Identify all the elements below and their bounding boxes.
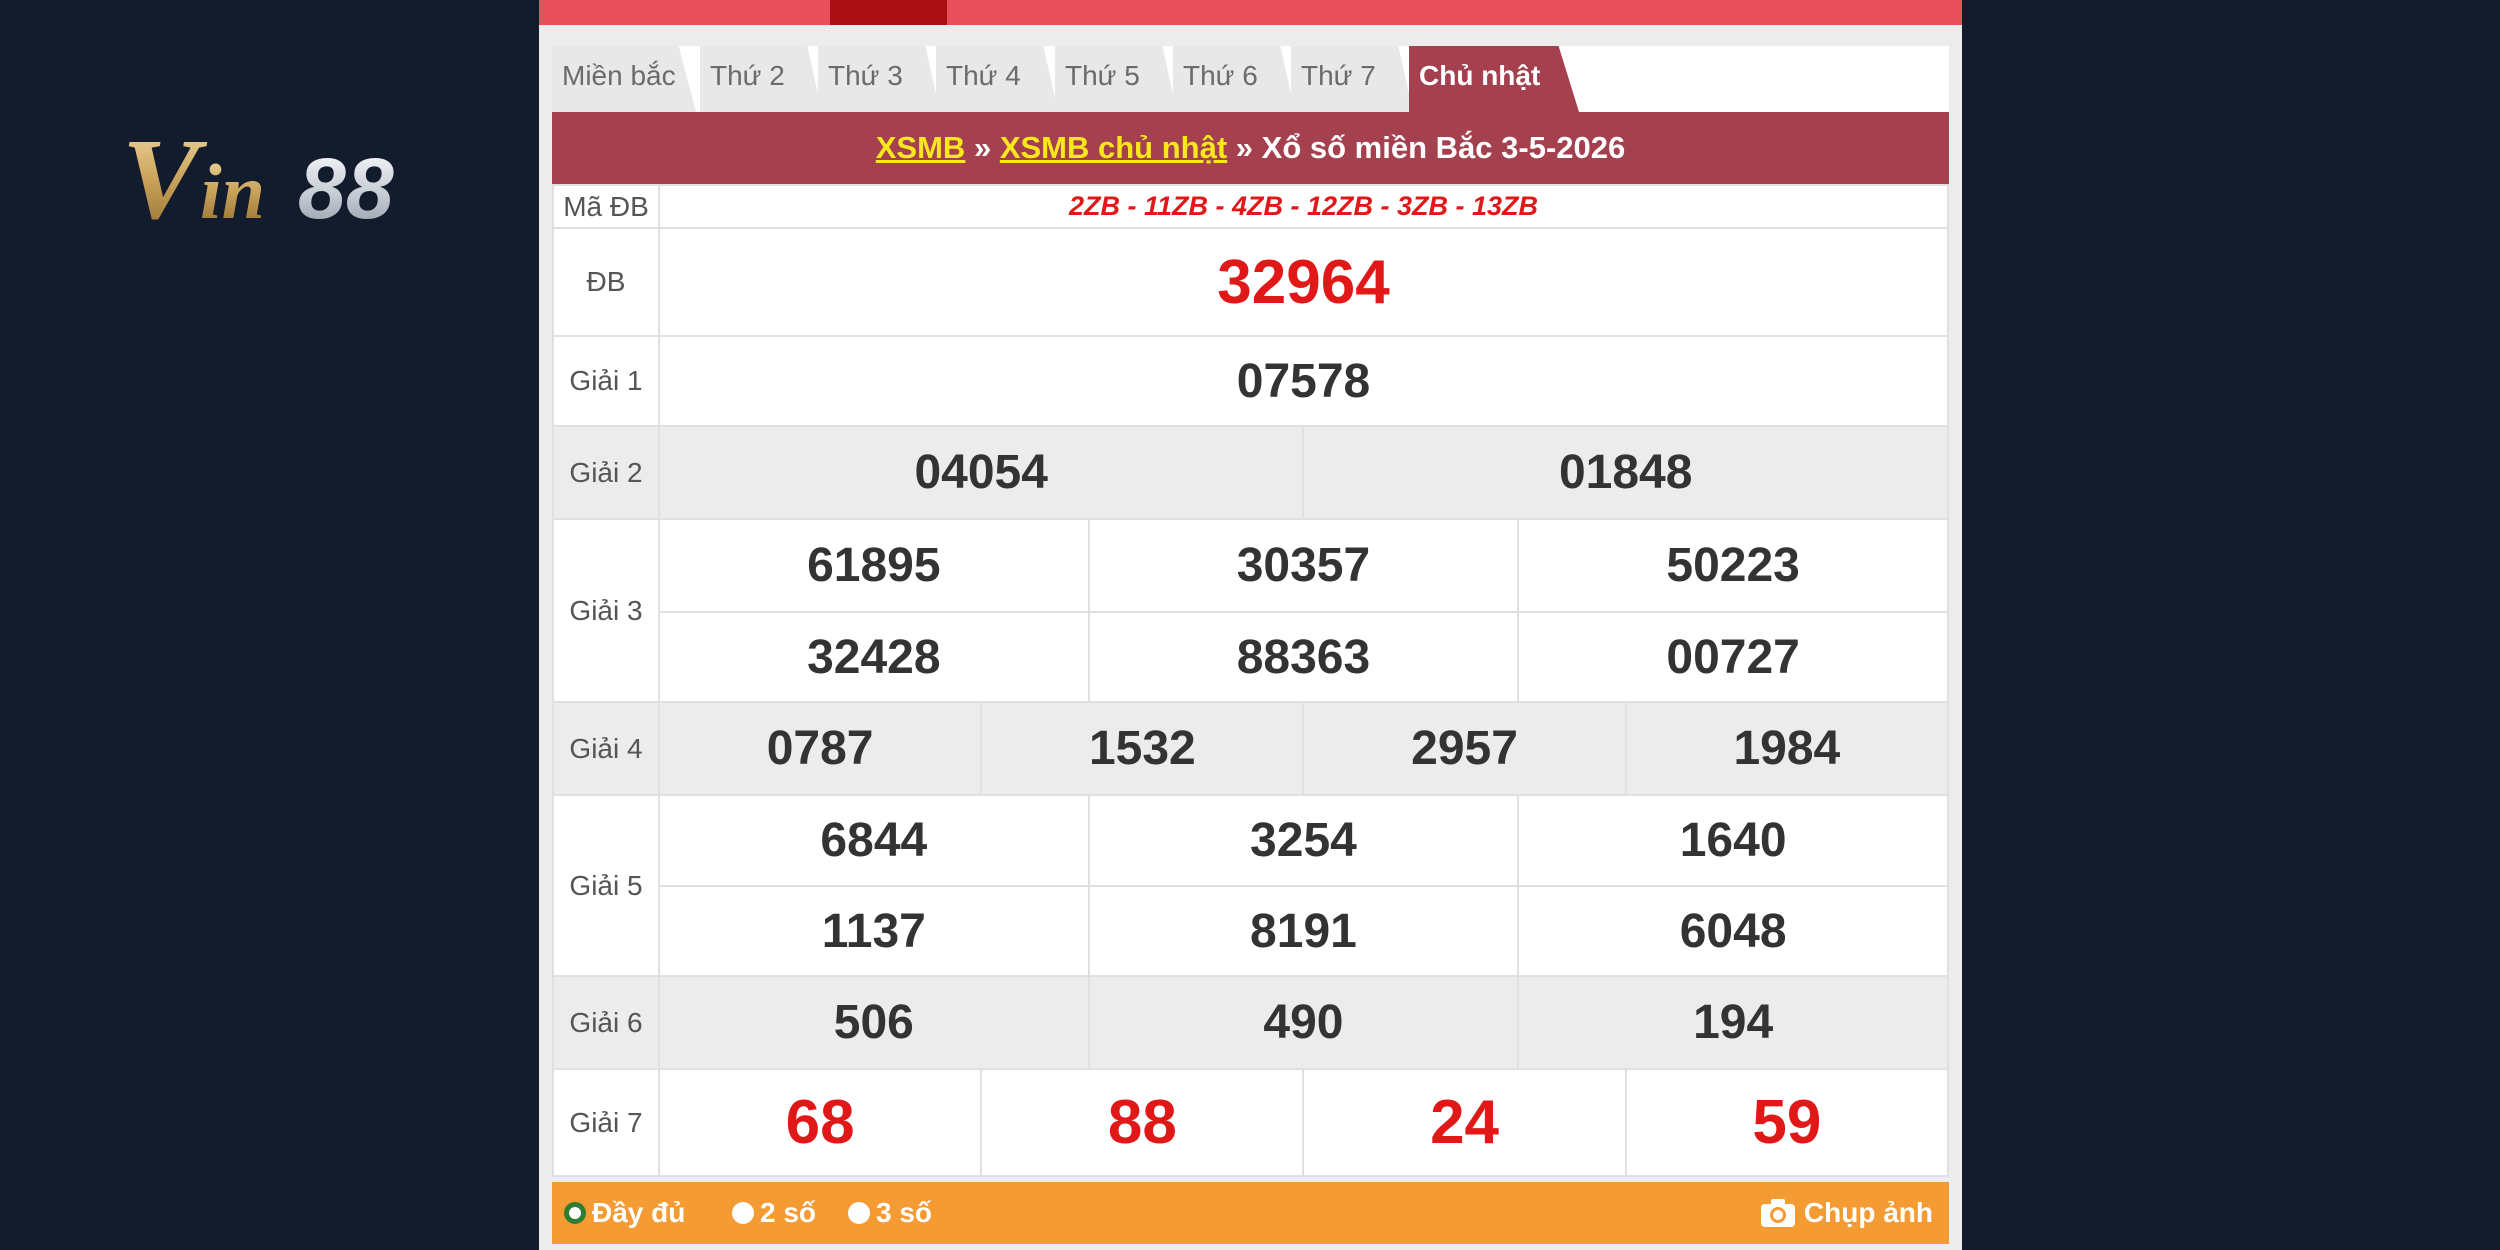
table-row-giai-7: Giải 7 68 88 24 59 xyxy=(552,1068,1950,1177)
option-2-so[interactable]: 2 số xyxy=(732,1182,816,1244)
tab-thu-2[interactable]: Thứ 2 xyxy=(700,46,822,112)
lottery-panel: Miền bắc Thứ 2 Thứ 3 Thứ 4 Thứ 5 Thứ 6 T… xyxy=(539,0,1962,1250)
breadcrumb-link-xsmb[interactable]: XSMB xyxy=(876,130,966,165)
day-tabs: Miền bắc Thứ 2 Thứ 3 Thứ 4 Thứ 5 Thứ 6 T… xyxy=(552,46,1949,112)
prize-number: 68 xyxy=(657,1068,983,1177)
prize-number: 2957 xyxy=(1302,701,1627,796)
prize-label: Giải 3 xyxy=(552,518,660,703)
table-row-db: ĐB 32964 xyxy=(552,227,1949,337)
table-row-giai-6: Giải 6 506 490 194 xyxy=(552,975,1949,1070)
radio-checked-icon[interactable] xyxy=(564,1201,586,1224)
option-label: Đầy đủ xyxy=(592,1197,686,1228)
tab-thu-4[interactable]: Thứ 4 xyxy=(936,46,1058,112)
breadcrumb-separator: » xyxy=(1235,130,1254,165)
table-row-ma-db: Mã ĐB 2ZB - 11ZB - 4ZB - 12ZB - 3ZB - 13… xyxy=(552,184,1949,229)
svg-text:V: V xyxy=(122,118,208,238)
prize-number: 8191 xyxy=(1087,885,1520,977)
prize-number: 490 xyxy=(1087,975,1520,1070)
table-row-giai-5: 1137 8191 6048 xyxy=(553,885,1949,977)
table-row-giai-4: Giải 4 0787 1532 2957 1984 xyxy=(552,701,1950,796)
prize-number: 1137 xyxy=(658,885,1090,977)
option-label: 2 số xyxy=(760,1197,817,1228)
page-title: Xổ số miền Bắc 3-5-2026 xyxy=(1261,130,1626,165)
prize-label: Mã ĐB xyxy=(552,184,660,229)
table-row-giai-3: 32428 88363 00727 xyxy=(553,611,1949,703)
breadcrumb-separator: » xyxy=(973,130,992,165)
option-day-du[interactable]: Đầy đủ xyxy=(564,1182,685,1244)
prize-number: 24 xyxy=(1302,1068,1627,1177)
tab-thu-3[interactable]: Thứ 3 xyxy=(818,46,940,112)
svg-text:88: 88 xyxy=(298,141,394,237)
prize-number: 88363 xyxy=(1087,611,1520,703)
capture-label: Chụp ảnh xyxy=(1803,1197,1933,1228)
table-row-giai-3: Giải 3 61895 30357 50223 xyxy=(552,518,1949,703)
prize-number: 07578 xyxy=(658,335,1949,427)
prize-number: 59 xyxy=(1624,1068,1950,1177)
tab-thu-7[interactable]: Thứ 7 xyxy=(1291,46,1413,112)
tab-chu-nhat[interactable]: Chủ nhật xyxy=(1409,46,1579,112)
special-prize-number: 32964 xyxy=(658,227,1949,337)
prize-number: 6844 xyxy=(658,794,1090,887)
tab-thu-6[interactable]: Thứ 6 xyxy=(1173,46,1295,112)
top-nav-active-item[interactable] xyxy=(830,0,947,25)
table-row-giai-2: Giải 2 04054 01848 xyxy=(552,425,1949,520)
radio-icon[interactable] xyxy=(848,1201,870,1224)
top-nav-bar xyxy=(539,0,1962,25)
prize-number: 32428 xyxy=(658,611,1090,703)
prize-label: Giải 6 xyxy=(552,975,660,1070)
prize-label: Giải 5 xyxy=(552,794,660,977)
table-row-giai-5: Giải 5 6844 3254 1640 xyxy=(552,794,1949,977)
prize-number: 0787 xyxy=(657,701,983,796)
option-3-so[interactable]: 3 số xyxy=(848,1182,932,1244)
prize-label: Giải 4 xyxy=(552,701,660,796)
tab-mien-bac[interactable]: Miền bắc xyxy=(552,46,696,112)
camera-icon xyxy=(1760,1198,1795,1227)
prize-number: 6048 xyxy=(1517,885,1949,977)
prize-label: Giải 7 xyxy=(552,1068,660,1177)
prize-number: 1984 xyxy=(1624,701,1950,796)
prize-number: 00727 xyxy=(1517,611,1949,703)
prize-number: 01848 xyxy=(1302,425,1949,520)
prize-number: 1532 xyxy=(980,701,1305,796)
ma-db-codes: 2ZB - 11ZB - 4ZB - 12ZB - 3ZB - 13ZB xyxy=(658,184,1949,229)
table-row-giai-1: Giải 1 07578 xyxy=(552,335,1949,427)
radio-icon[interactable] xyxy=(732,1201,754,1224)
prize-number: 61895 xyxy=(658,518,1090,613)
prize-number: 50223 xyxy=(1517,518,1949,613)
prize-label: Giải 2 xyxy=(552,425,660,520)
prize-number: 3254 xyxy=(1087,794,1520,887)
svg-text:in: in xyxy=(200,148,265,235)
results-table: Mã ĐB 2ZB - 11ZB - 4ZB - 12ZB - 3ZB - 13… xyxy=(552,184,1950,1177)
option-label: 3 số xyxy=(876,1197,933,1228)
prize-number: 194 xyxy=(1517,975,1949,1070)
breadcrumb: XSMB » XSMB chủ nhật » Xổ số miền Bắc 3-… xyxy=(552,112,1949,184)
prize-number: 506 xyxy=(658,975,1090,1070)
prize-label: Giải 1 xyxy=(552,335,660,427)
capture-button[interactable]: Chụp ảnh xyxy=(1760,1182,1933,1244)
prize-label: ĐB xyxy=(552,227,660,337)
prize-number: 04054 xyxy=(657,425,1305,520)
vin88-logo: V in 88 xyxy=(122,118,394,238)
tab-thu-5[interactable]: Thứ 5 xyxy=(1055,46,1177,112)
prize-number: 1640 xyxy=(1517,794,1949,887)
display-options-bar: Đầy đủ 2 số 3 số Chụp ảnh xyxy=(552,1182,1949,1244)
prize-number: 30357 xyxy=(1087,518,1520,613)
prize-number: 88 xyxy=(980,1068,1305,1177)
breadcrumb-link-xsmb-chu-nhat[interactable]: XSMB chủ nhật xyxy=(1000,130,1227,165)
